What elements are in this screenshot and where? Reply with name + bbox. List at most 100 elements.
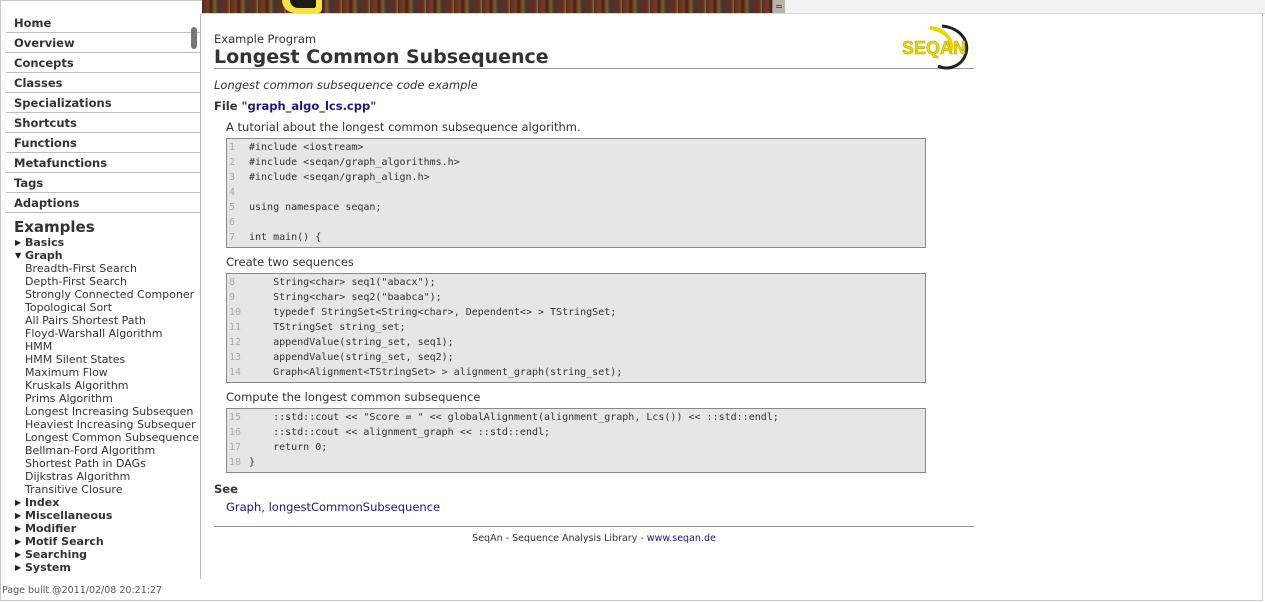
tree-item[interactable]: HMM Silent States	[6, 353, 200, 366]
tree-item[interactable]: Depth-First Search	[6, 275, 200, 288]
tree-item[interactable]: Shortest Path in DAGs	[6, 457, 200, 470]
tree-item[interactable]: Bellman-Ford Algorithm	[6, 444, 200, 457]
code-block: 1 #include <iostream> 2 #include <seqan/gra…	[226, 138, 926, 248]
see-separator: ,	[261, 500, 269, 514]
file-prefix: File "	[214, 99, 248, 113]
code-line: 15 ::std::cout << "Score = " << globalAl…	[227, 410, 925, 425]
code-text: #include <seqan/graph_align.h>	[249, 172, 430, 183]
tree-category[interactable]: ▶ Basics	[6, 236, 200, 249]
sidebar-nav-item[interactable]: Overview	[6, 34, 200, 53]
page-title: Longest Common Subsequence	[214, 46, 549, 68]
code-text: appendValue(string_set, seq2);	[249, 352, 454, 363]
tree-item[interactable]: Floyd-Warshall Algorithm	[6, 327, 200, 340]
tree-category[interactable]: ▼ Graph	[6, 249, 200, 262]
tree-item[interactable]: Topological Sort	[6, 301, 200, 314]
seqan-logo-icon[interactable]: SEQAN	[902, 22, 974, 70]
line-number: 16	[229, 427, 242, 438]
tree-category-label: Index	[25, 496, 60, 509]
examples-heading: Examples	[14, 218, 95, 236]
code-text: TStringSet string_set;	[249, 322, 406, 333]
code-line: 11 TStringSet string_set;	[227, 320, 925, 335]
triangle-right-icon[interactable]: ▶	[15, 509, 25, 522]
tree-item[interactable]: All Pairs Shortest Path	[6, 314, 200, 327]
footer: SeqAn - Sequence Analysis Library - www.…	[214, 533, 974, 544]
triangle-right-icon[interactable]: ▶	[15, 496, 25, 509]
sidebar-nav-item[interactable]: Shortcuts	[6, 114, 200, 133]
sidebar-nav-item[interactable]: Tags	[6, 174, 200, 193]
tree-item[interactable]: Longest Increasing Subsequen	[6, 405, 200, 418]
tree-item[interactable]: Maximum Flow	[6, 366, 200, 379]
code-line: 8 String<char> seq1("abacx");	[227, 275, 925, 290]
example-summary: Longest common subsequence code example	[214, 78, 478, 92]
code-line: 6	[227, 215, 925, 230]
code-line: 10 typedef StringSet<String<char>, Depen…	[227, 305, 925, 320]
tree-category[interactable]: ▶ Motif Search	[6, 535, 200, 548]
footer-link[interactable]: www.seqan.de	[647, 533, 716, 544]
tree-item[interactable]: Strongly Connected Componer	[6, 288, 200, 301]
sidebar-scrollbar-thumb[interactable]	[191, 27, 197, 49]
triangle-right-icon[interactable]: ▶	[15, 535, 25, 548]
tree-category[interactable]: ▶ Searching	[6, 548, 200, 561]
line-number: 15	[229, 412, 242, 423]
line-number: 5	[229, 202, 236, 213]
code-text: ::std::cout << alignment_graph << ::std:…	[249, 427, 551, 438]
code-text: }	[249, 457, 256, 468]
line-number: 14	[229, 367, 242, 378]
line-number: 8	[229, 277, 236, 288]
sidebar-nav-item[interactable]: Metafunctions	[6, 154, 200, 173]
line-number: 13	[229, 352, 242, 363]
sidebar-nav-item[interactable]: Specializations	[6, 94, 200, 113]
triangle-right-icon[interactable]: ▶	[15, 548, 25, 561]
code-text: String<char> seq2("baabca");	[249, 292, 442, 303]
tree-item[interactable]: Prims Algorithm	[6, 392, 200, 405]
line-number: 6	[229, 217, 236, 228]
tree-item[interactable]: Dijkstras Algorithm	[6, 470, 200, 483]
line-number: 1	[229, 142, 236, 153]
sidebar-nav-item[interactable]: Classes	[6, 74, 200, 93]
tree-category-label: Basics	[25, 236, 65, 249]
tree-item[interactable]: Kruskals Algorithm	[6, 379, 200, 392]
footer-divider	[214, 526, 974, 527]
tree-item[interactable]: Breadth-First Search	[6, 262, 200, 275]
tree-category[interactable]: ▶ System	[6, 561, 200, 574]
code-text: int main() {	[249, 232, 322, 243]
tree-category[interactable]: ▶ Index	[6, 496, 200, 509]
sidebar-nav-item[interactable]: Concepts	[6, 54, 200, 73]
sidebar-nav: Home Overview Concepts Classes Specializatio…	[6, 14, 200, 213]
tree-item[interactable]: Transitive Closure	[6, 483, 200, 496]
main-content: Example Program Longest Common Subsequen…	[214, 24, 974, 544]
tree-category[interactable]: ▶ Modifier	[6, 522, 200, 535]
tree-item[interactable]: Heaviest Increasing Subsequer	[6, 418, 200, 431]
line-number: 12	[229, 337, 242, 348]
tree-category[interactable]: ▶ Miscellaneous	[6, 509, 200, 522]
file-suffix: "	[370, 99, 377, 113]
sidebar: Home Overview Concepts Classes Specializatio…	[6, 14, 201, 579]
triangle-right-icon[interactable]: ▶	[15, 561, 25, 574]
triangle-right-icon[interactable]: ▶	[15, 522, 25, 535]
examples-tree: ▶ Basics ▼ Graph Breadth-First Search Depth-F…	[6, 236, 200, 574]
see-link-graph[interactable]: Graph	[226, 500, 261, 514]
triangle-down-icon[interactable]: ▼	[15, 249, 25, 262]
see-link-lcs[interactable]: longestCommonSubsequence	[269, 500, 441, 514]
sidebar-nav-item[interactable]: Functions	[6, 134, 200, 153]
file-link[interactable]: graph_algo_lcs.cpp	[248, 99, 371, 113]
banner-scroll-icon[interactable]	[772, 0, 785, 13]
tree-item[interactable]: Longest Common Subsequence	[6, 431, 200, 444]
code-text: String<char> seq1("abacx");	[249, 277, 436, 288]
code-line: 1 #include <iostream>	[227, 140, 925, 155]
sidebar-nav-item[interactable]: Adaptions	[6, 194, 200, 213]
tree-category-label: System	[25, 561, 71, 574]
code-line: 2 #include <seqan/graph_algorithms.h>	[227, 155, 925, 170]
line-number: 3	[229, 172, 236, 183]
line-number: 11	[229, 322, 242, 333]
code-line: 17 return 0;	[227, 440, 925, 455]
triangle-right-icon[interactable]: ▶	[15, 236, 25, 249]
tree-category-label: Motif Search	[25, 535, 104, 548]
code-line: 14 Graph<Alignment<TStringSet> > alignme…	[227, 365, 925, 380]
sidebar-nav-item[interactable]: Home	[6, 14, 200, 33]
code-text: ::std::cout << "Score = " << globalAlign…	[249, 412, 779, 423]
tree-item[interactable]: HMM	[6, 340, 200, 353]
line-number: 17	[229, 442, 242, 453]
tree-category-label: Searching	[25, 548, 88, 561]
code-text: #include <seqan/graph_algorithms.h>	[249, 157, 460, 168]
